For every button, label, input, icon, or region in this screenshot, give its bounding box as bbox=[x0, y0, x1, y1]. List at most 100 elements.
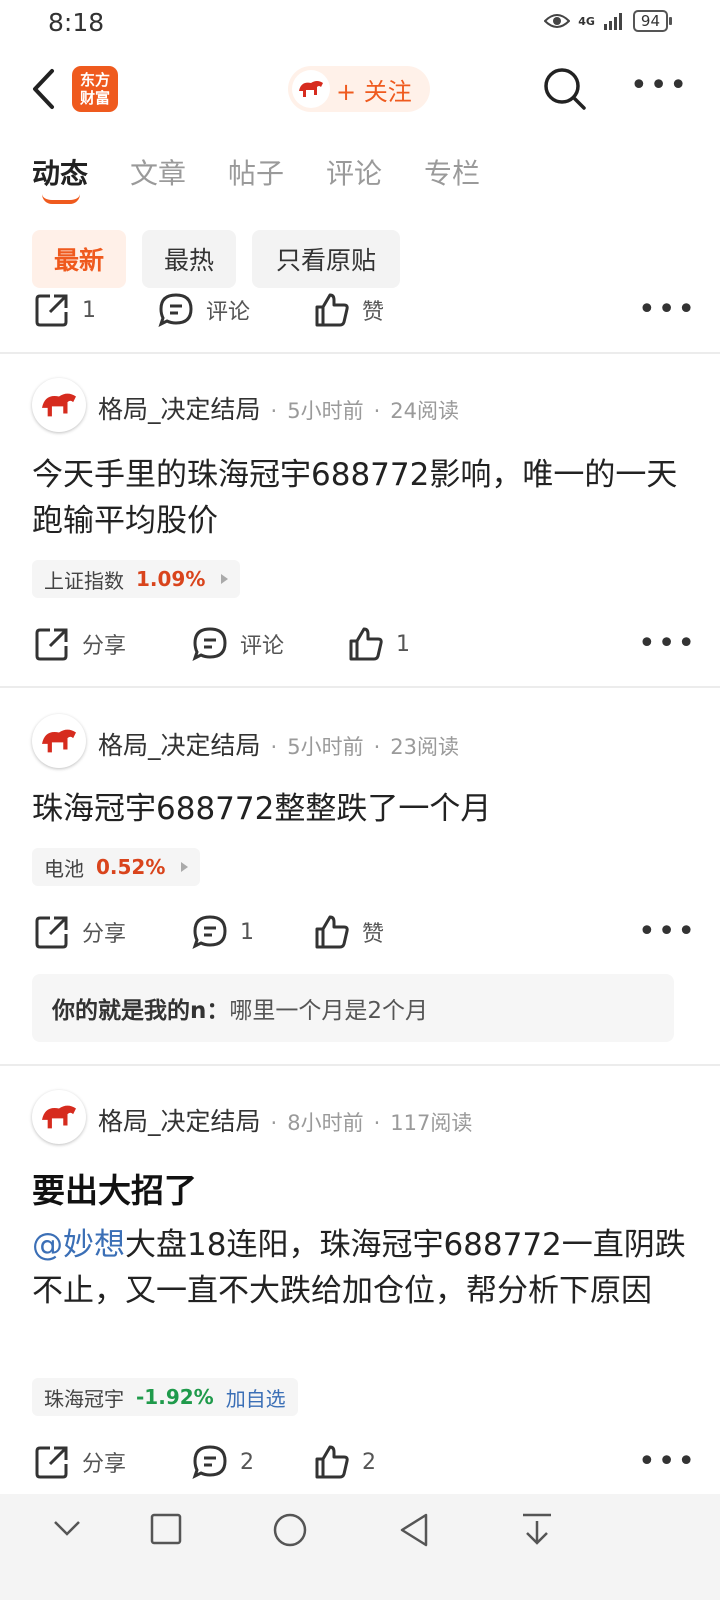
divider bbox=[0, 1064, 720, 1066]
post-header: 格局_决定结局 · 5小时前 · 23阅读 bbox=[98, 726, 459, 762]
recent-apps-icon[interactable] bbox=[150, 1513, 182, 1545]
stock-name: 电池 bbox=[44, 856, 84, 881]
app-logo: 东方 财富 bbox=[72, 66, 118, 112]
post-time: 8小时前 bbox=[287, 1111, 364, 1135]
divider bbox=[0, 352, 720, 354]
follow-button[interactable]: + 关注 bbox=[288, 66, 430, 112]
stock-name: 珠海冠宇 bbox=[44, 1386, 124, 1411]
share-icon bbox=[35, 1446, 68, 1479]
tab-posts[interactable]: 帖子 bbox=[228, 152, 284, 192]
like-action[interactable]: 2 bbox=[314, 1444, 376, 1480]
back-icon[interactable] bbox=[30, 68, 58, 110]
post-body[interactable]: 今天手里的珠海冠宇688772影响，唯一的一天跑输平均股价 bbox=[32, 452, 692, 544]
tab-articles[interactable]: 文章 bbox=[130, 152, 186, 192]
comment-action[interactable]: 评论 bbox=[158, 292, 250, 328]
comment-icon bbox=[192, 627, 227, 661]
more-menu-icon[interactable]: ••• bbox=[630, 68, 689, 103]
arrow-right-icon bbox=[181, 862, 189, 872]
network-label: 4G bbox=[578, 14, 595, 28]
comment-label: 评论 bbox=[240, 634, 285, 659]
like-action[interactable]: 1 bbox=[348, 626, 410, 662]
like-label: 赞 bbox=[362, 300, 385, 325]
author-avatar[interactable] bbox=[32, 1090, 86, 1144]
horse-avatar-icon bbox=[42, 393, 76, 417]
horse-avatar-icon bbox=[42, 1105, 76, 1129]
search-icon[interactable] bbox=[542, 66, 588, 112]
share-icon bbox=[35, 294, 68, 327]
divider bbox=[0, 686, 720, 688]
horse-avatar-icon bbox=[299, 81, 323, 97]
notification-pull-icon[interactable] bbox=[520, 1512, 554, 1548]
post-body-text: 大盘18连阳，珠海冠宇688772一直阴跌不止，又一直不大跌给加仓位，帮分析下原… bbox=[32, 1227, 686, 1309]
stock-tag[interactable]: 上证指数 1.09% bbox=[32, 560, 241, 598]
status-time: 8:18 bbox=[48, 8, 105, 37]
author-name[interactable]: 格局_决定结局 bbox=[98, 726, 261, 762]
author-avatar[interactable] bbox=[32, 714, 86, 768]
reply-preview[interactable]: 你的就是我的n： 哪里一个月是2个月 bbox=[32, 974, 674, 1042]
post-more-icon[interactable]: ••• bbox=[638, 1444, 697, 1479]
post-more-icon[interactable]: ••• bbox=[638, 292, 697, 327]
stock-name: 上证指数 bbox=[44, 568, 124, 593]
comment-icon bbox=[192, 915, 227, 949]
like-action[interactable]: 赞 bbox=[314, 292, 384, 328]
stock-change: -1.92% bbox=[136, 1385, 214, 1409]
filter-hottest[interactable]: 最热 bbox=[142, 230, 236, 288]
chevron-down-icon[interactable] bbox=[52, 1516, 82, 1540]
author-name[interactable]: 格局_决定结局 bbox=[98, 390, 261, 426]
system-nav-bar bbox=[0, 1494, 720, 1600]
tab-underline bbox=[42, 194, 80, 204]
comment-action[interactable]: 评论 bbox=[192, 626, 284, 662]
filter-original-only[interactable]: 只看原贴 bbox=[252, 230, 400, 288]
back-nav-icon[interactable] bbox=[398, 1512, 430, 1548]
tab-comments[interactable]: 评论 bbox=[326, 152, 382, 192]
like-action[interactable]: 赞 bbox=[314, 914, 384, 950]
comment-count: 1 bbox=[240, 919, 254, 945]
arrow-right-icon bbox=[221, 574, 229, 584]
post-header: 格局_决定结局 · 8小时前 · 117阅读 bbox=[98, 1102, 472, 1138]
share-icon bbox=[35, 916, 68, 949]
thumbs-up-icon bbox=[315, 915, 349, 949]
comment-action[interactable]: 2 bbox=[192, 1444, 254, 1480]
stock-change: 1.09% bbox=[136, 567, 206, 591]
share-action[interactable]: 分享 bbox=[34, 914, 126, 950]
mention-link[interactable]: @妙想 bbox=[32, 1227, 125, 1263]
share-action[interactable]: 分享 bbox=[34, 626, 126, 662]
status-icons: 4G 94 bbox=[544, 10, 673, 32]
share-label: 分享 bbox=[82, 922, 127, 947]
battery-icon: 94 bbox=[632, 10, 673, 32]
post-body[interactable]: 珠海冠宇688772整整跌了一个月 bbox=[32, 786, 692, 832]
post-time: 5小时前 bbox=[287, 735, 364, 759]
like-count: 2 bbox=[362, 1449, 376, 1475]
horse-avatar-icon bbox=[42, 729, 76, 753]
post-dot: · bbox=[373, 735, 381, 759]
author-name[interactable]: 格局_决定结局 bbox=[98, 1102, 261, 1138]
post-title[interactable]: 要出大招了 bbox=[32, 1164, 197, 1212]
stock-tag[interactable]: 电池 0.52% bbox=[32, 848, 201, 886]
post-more-icon[interactable]: ••• bbox=[638, 626, 697, 661]
filter-latest[interactable]: 最新 bbox=[32, 230, 126, 288]
post-dot: · bbox=[270, 735, 278, 759]
stock-tag[interactable]: 珠海冠宇 -1.92% 加自选 bbox=[32, 1378, 298, 1416]
like-label: 赞 bbox=[362, 922, 385, 947]
share-icon bbox=[35, 628, 68, 661]
post-dot: · bbox=[270, 399, 278, 423]
post-body[interactable]: @妙想大盘18连阳，珠海冠宇688772一直阴跌不止，又一直不大跌给加仓位，帮分… bbox=[32, 1222, 692, 1314]
tab-columns[interactable]: 专栏 bbox=[424, 152, 480, 192]
post-more-icon[interactable]: ••• bbox=[638, 914, 697, 949]
home-icon[interactable] bbox=[272, 1512, 308, 1548]
share-count: 1 bbox=[82, 297, 96, 323]
tab-dynamic[interactable]: 动态 bbox=[32, 152, 88, 192]
post-reads: 117阅读 bbox=[390, 1111, 473, 1135]
post-reads: 24阅读 bbox=[390, 399, 459, 423]
comment-count: 2 bbox=[240, 1449, 254, 1475]
reply-user[interactable]: 你的就是我的n： bbox=[52, 991, 229, 1025]
add-watchlist-button[interactable]: 加自选 bbox=[226, 1383, 286, 1412]
share-label: 分享 bbox=[82, 1452, 127, 1477]
thumbs-up-icon bbox=[315, 293, 349, 327]
share-action[interactable]: 分享 bbox=[34, 1444, 126, 1480]
post-reads: 23阅读 bbox=[390, 735, 459, 759]
author-avatar[interactable] bbox=[32, 378, 86, 432]
share-action[interactable]: 1 bbox=[34, 292, 96, 328]
comment-action[interactable]: 1 bbox=[192, 914, 254, 950]
thumbs-up-icon bbox=[349, 627, 383, 661]
